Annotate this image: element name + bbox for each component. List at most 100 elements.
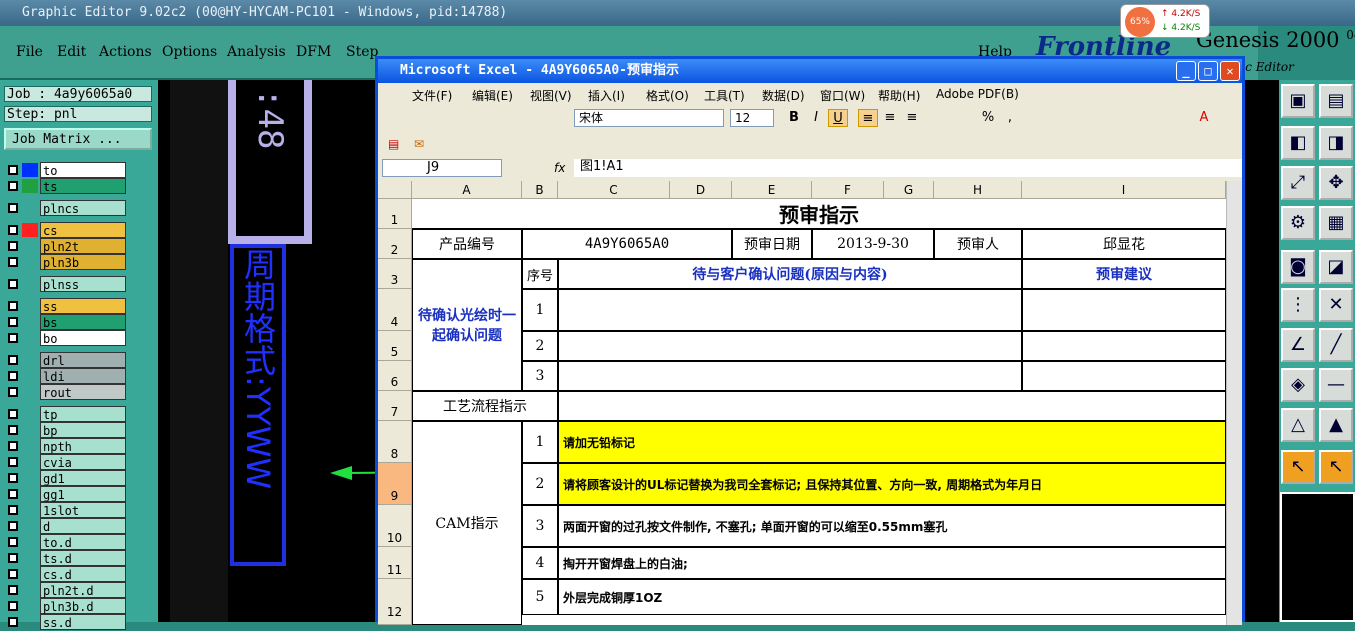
measure-icon[interactable]: ∠ bbox=[1281, 328, 1315, 362]
layer-checkbox[interactable] bbox=[8, 165, 18, 175]
layer-row[interactable]: drl bbox=[4, 352, 126, 368]
layer-row[interactable]: bp bbox=[4, 422, 126, 438]
cell[interactable]: 待确认光绘时一起确认问题 bbox=[412, 259, 522, 391]
layer-row[interactable]: gg1 bbox=[4, 486, 126, 502]
cell[interactable]: 工艺流程指示 bbox=[412, 391, 558, 421]
layer-name[interactable]: bp bbox=[40, 422, 126, 438]
triangle-outline-icon[interactable]: ▲ bbox=[1319, 408, 1353, 442]
layer-row[interactable]: 1slot bbox=[4, 502, 126, 518]
cell[interactable] bbox=[1022, 331, 1226, 361]
col-header[interactable]: C bbox=[558, 181, 670, 199]
cell[interactable]: 请加无铅标记 bbox=[558, 421, 1226, 463]
cross-icon[interactable]: ✕ bbox=[1319, 288, 1353, 322]
layer-name[interactable]: d bbox=[40, 518, 126, 534]
cell[interactable] bbox=[558, 289, 1022, 331]
xl-menu-edit[interactable]: 编辑(E) bbox=[472, 87, 513, 104]
row-header[interactable]: 1 bbox=[378, 199, 412, 229]
cell[interactable]: 预审日期 bbox=[732, 229, 812, 259]
cell[interactable]: 序号 bbox=[522, 259, 558, 289]
layer-name[interactable]: to.d bbox=[40, 534, 126, 550]
sheet-title[interactable]: 预审指示 bbox=[412, 199, 1226, 229]
col-header[interactable]: D bbox=[670, 181, 732, 199]
bold-icon[interactable]: B bbox=[784, 109, 804, 127]
layer-checkbox[interactable] bbox=[8, 333, 18, 343]
layer-checkbox[interactable] bbox=[8, 521, 18, 531]
row-header-selected[interactable]: 9 bbox=[378, 463, 412, 505]
layer-row[interactable]: cvia bbox=[4, 454, 126, 470]
layer-row[interactable]: ss bbox=[4, 298, 126, 314]
layer-name[interactable]: npth bbox=[40, 438, 126, 454]
font-color-icon[interactable]: A bbox=[1194, 109, 1214, 127]
layer-checkbox[interactable] bbox=[8, 473, 18, 483]
layer-checkbox[interactable] bbox=[8, 569, 18, 579]
layer-checkbox[interactable] bbox=[8, 317, 18, 327]
cell[interactable]: 2013-9-30 bbox=[812, 229, 934, 259]
select-poly-icon[interactable]: ◪ bbox=[1319, 250, 1353, 284]
cell[interactable]: 预审人 bbox=[934, 229, 1022, 259]
xl-menu-help[interactable]: 帮助(H) bbox=[878, 87, 920, 104]
cell[interactable]: 待与客户确认问题(原因与内容) bbox=[558, 259, 1022, 289]
layer-checkbox[interactable] bbox=[8, 601, 18, 611]
layer-checkbox[interactable] bbox=[8, 441, 18, 451]
layer-color-swatch[interactable] bbox=[22, 163, 38, 177]
xl-menu-window[interactable]: 窗口(W) bbox=[820, 87, 865, 104]
name-box[interactable]: J9 bbox=[382, 159, 502, 177]
layer-checkbox[interactable] bbox=[8, 241, 18, 251]
xl-menu-format[interactable]: 格式(O) bbox=[646, 87, 689, 104]
align-left-icon[interactable]: ≡ bbox=[858, 109, 878, 127]
layer-name[interactable]: pln3b bbox=[40, 254, 126, 270]
cell[interactable] bbox=[558, 391, 1226, 421]
row-header[interactable]: 5 bbox=[378, 331, 412, 361]
layer-name[interactable]: ts.d bbox=[40, 550, 126, 566]
font-size-select[interactable]: 12 bbox=[730, 109, 774, 127]
pdf-icon[interactable]: ▤ bbox=[388, 137, 399, 151]
line-icon[interactable]: ╱ bbox=[1319, 328, 1353, 362]
layer-name[interactable]: cs bbox=[40, 222, 126, 238]
layer-name[interactable]: gd1 bbox=[40, 470, 126, 486]
layer-name[interactable]: pln2t bbox=[40, 238, 126, 254]
layer-checkbox[interactable] bbox=[8, 457, 18, 467]
menu-analysis[interactable]: Analysis bbox=[227, 44, 286, 60]
dash-icon[interactable]: — bbox=[1319, 368, 1353, 402]
cell[interactable] bbox=[1022, 361, 1226, 391]
zoom-in-icon[interactable]: ▣ bbox=[1281, 84, 1315, 118]
layer-checkbox[interactable] bbox=[8, 387, 18, 397]
layer-name[interactable]: plnss bbox=[40, 276, 126, 292]
col-header[interactable]: H bbox=[934, 181, 1022, 199]
menu-edit[interactable]: Edit bbox=[57, 44, 86, 60]
pad-icon[interactable]: ◈ bbox=[1281, 368, 1315, 402]
minimize-icon[interactable]: _ bbox=[1176, 61, 1196, 81]
pan-right-icon[interactable]: ◨ bbox=[1319, 126, 1353, 160]
layer-row[interactable]: tp bbox=[4, 406, 126, 422]
cell[interactable]: 掏开开窗焊盘上的白油; bbox=[558, 547, 1226, 579]
xl-menu-view[interactable]: 视图(V) bbox=[530, 87, 572, 104]
maximize-icon[interactable]: □ bbox=[1198, 61, 1218, 81]
layer-name[interactable]: bs bbox=[40, 314, 126, 330]
col-header[interactable]: F bbox=[812, 181, 884, 199]
layer-checkbox[interactable] bbox=[8, 617, 18, 627]
cell[interactable]: 外层完成铜厚1OZ bbox=[558, 579, 1226, 615]
row-header[interactable]: 4 bbox=[378, 289, 412, 331]
layer-checkbox[interactable] bbox=[8, 203, 18, 213]
cell[interactable]: 1 bbox=[522, 289, 558, 331]
layer-color-swatch[interactable] bbox=[22, 223, 38, 237]
cell-selected[interactable]: 请将顾客设计的UL标记替换为我司全套标记; 且保持其位置、方向一致, 周期格式为… bbox=[558, 463, 1226, 505]
layer-name[interactable]: drl bbox=[40, 352, 126, 368]
layer-checkbox[interactable] bbox=[8, 409, 18, 419]
layer-row[interactable]: ts.d bbox=[4, 550, 126, 566]
comma-icon[interactable]: , bbox=[1000, 109, 1020, 127]
layer-checkbox[interactable] bbox=[8, 257, 18, 267]
row-header[interactable]: 7 bbox=[378, 391, 412, 421]
close-icon[interactable]: ✕ bbox=[1220, 61, 1240, 81]
cell[interactable]: 邱显花 bbox=[1022, 229, 1226, 259]
layer-checkbox[interactable] bbox=[8, 371, 18, 381]
row-header[interactable]: 8 bbox=[378, 421, 412, 463]
xl-menu-tools[interactable]: 工具(T) bbox=[704, 87, 745, 104]
cell[interactable]: 2 bbox=[522, 463, 558, 505]
net-icon[interactable]: ⋮ bbox=[1281, 288, 1315, 322]
layer-row[interactable]: bs bbox=[4, 314, 126, 330]
layer-checkbox[interactable] bbox=[8, 279, 18, 289]
align-right-icon[interactable]: ≡ bbox=[902, 109, 922, 127]
snap-icon[interactable]: ⚙ bbox=[1281, 206, 1315, 240]
layer-name[interactable]: ss.d bbox=[40, 614, 126, 630]
